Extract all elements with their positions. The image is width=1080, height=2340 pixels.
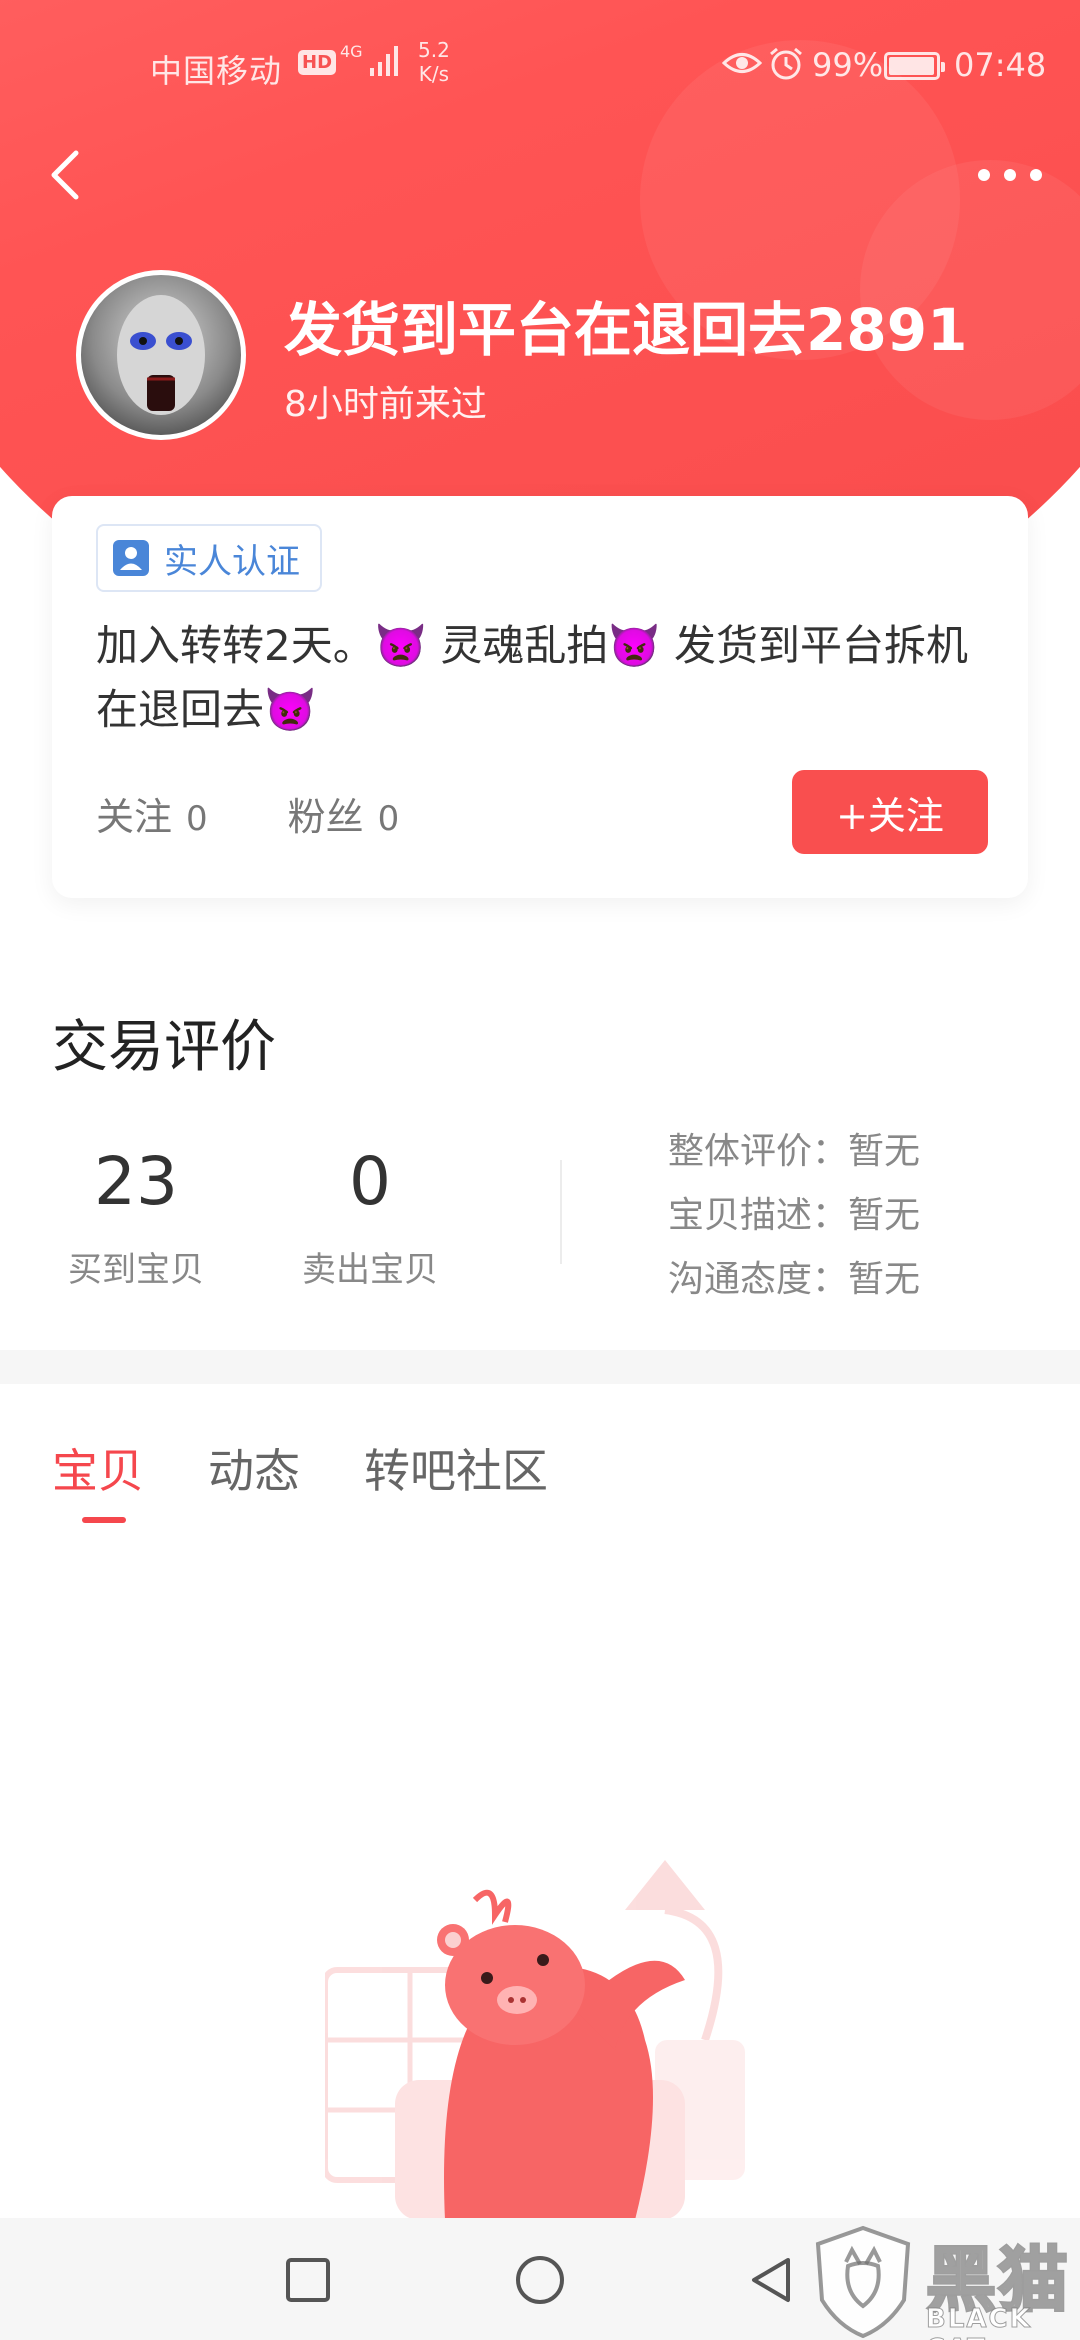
speed-unit: K/s (418, 62, 450, 86)
rating-communication: 沟通态度：暂无 (668, 1248, 920, 1312)
sold-label: 卖出宝贝 (302, 1250, 438, 1290)
watermark-en: BLACK CAT (926, 2304, 1032, 2340)
battery-icon (884, 52, 945, 80)
rating-list: 整体评价：暂无 宝贝描述：暂无 沟通态度：暂无 (668, 1120, 920, 1312)
network-type: 4G (340, 42, 363, 61)
bought-label: 买到宝贝 (68, 1250, 204, 1290)
battery-percent: 99% (812, 46, 884, 84)
user-bio: 加入转转2天。👿 灵魂乱拍👿 发货到平台拆机在退回去👿 (96, 621, 969, 734)
user-name: 发货到平台在退回去2891 (284, 296, 968, 364)
black-cat-watermark: 黑猫 BLACK CAT (808, 2222, 1080, 2340)
network-speed: 5.2 K/s (418, 38, 450, 86)
avatar-face-icon (117, 295, 205, 415)
fans-count: 0 (377, 799, 400, 839)
rating-value: 暂无 (848, 1131, 921, 1172)
clock: 07:48 (954, 46, 1047, 84)
fans-label: 粉丝 (287, 795, 364, 839)
rating-overall: 整体评价：暂无 (668, 1120, 920, 1184)
tab-community[interactable]: 转吧社区 (364, 1435, 548, 1501)
chevron-left-icon (51, 150, 79, 200)
tab-items[interactable]: 宝贝 (52, 1435, 144, 1523)
hd-badge: HD (298, 50, 337, 75)
following-label: 关注 (96, 795, 173, 839)
stats-divider (560, 1160, 562, 1264)
rating-label: 整体评价： (668, 1131, 849, 1172)
triangle-back-icon[interactable] (742, 2250, 802, 2310)
follow-stats: 关注 0 粉丝 0 (96, 786, 399, 841)
rating-value: 暂无 (848, 1259, 921, 1300)
alarm-icon (770, 47, 802, 80)
more-dots-icon (978, 169, 1042, 181)
avatar[interactable] (76, 270, 246, 440)
black-cat-logo-icon (815, 2225, 911, 2339)
back-button[interactable] (40, 135, 100, 215)
verified-label: 实人认证 (164, 541, 300, 582)
square-icon[interactable] (278, 2250, 338, 2310)
speed-value: 5.2 (418, 38, 450, 62)
person-badge-icon (113, 540, 149, 576)
bought-stat[interactable]: 23 买到宝贝 (46, 1142, 226, 1291)
bought-count: 23 (94, 1143, 178, 1220)
more-button[interactable] (970, 150, 1050, 200)
status-bar: 中国移动 HD 4G 5.2 K/s 99% 07:48 (0, 0, 1080, 135)
following-link[interactable]: 关注 0 (96, 786, 208, 841)
profile-card: 实人认证 加入转转2天。👿 灵魂乱拍👿 发货到平台拆机在退回去👿 关注 0 粉丝 0… (52, 496, 1028, 898)
rating-description: 宝贝描述：暂无 (668, 1184, 920, 1248)
tab-activity[interactable]: 动态 (208, 1435, 300, 1501)
content-tabs: 宝贝 动态 转吧社区 (52, 1435, 612, 1523)
sold-stat[interactable]: 0 卖出宝贝 (280, 1142, 460, 1291)
sold-count: 0 (349, 1143, 391, 1220)
follow-button[interactable]: +关注 (792, 770, 988, 854)
last-seen-text: 8小时前来过 (284, 384, 487, 425)
carrier-name: 中国移动 (150, 52, 283, 90)
rating-label: 宝贝描述： (668, 1195, 849, 1236)
empty-state-illustration (325, 1860, 745, 2220)
trade-review-title: 交易评价 (52, 1015, 276, 1080)
signal-bars-icon (370, 46, 398, 76)
verified-badge[interactable]: 实人认证 (96, 524, 322, 592)
fans-link[interactable]: 粉丝 0 (288, 786, 400, 841)
rating-value: 暂无 (848, 1195, 921, 1236)
circle-icon[interactable] (510, 2250, 570, 2310)
eye-comfort-icon (722, 53, 762, 73)
rating-label: 沟通态度： (668, 1259, 849, 1300)
following-count: 0 (186, 799, 208, 839)
section-divider (0, 1350, 1080, 1384)
